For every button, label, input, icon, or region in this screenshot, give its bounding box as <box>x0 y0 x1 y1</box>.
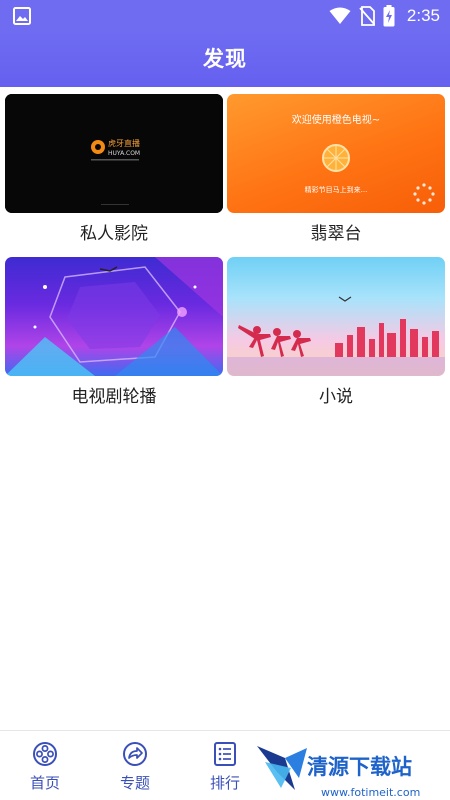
nav-ranking-label: 排行 <box>209 774 240 792</box>
card-thumbnail: 虎牙直播 HUYA.COM <box>5 94 223 213</box>
status-bar: 2:35 <box>0 0 450 32</box>
page-title: 发现 <box>203 47 247 71</box>
no-sim-icon <box>359 6 375 26</box>
watermark-url: www.fotimeit.com <box>321 786 420 799</box>
card-novel[interactable]: 小说 <box>227 257 445 409</box>
wifi-icon <box>329 7 351 24</box>
nav-home-label: 首页 <box>29 774 60 792</box>
battery-charging-icon <box>383 5 395 27</box>
list-icon <box>214 742 236 766</box>
card-label: 私人影院 <box>80 224 148 244</box>
app-bar: 发现 <box>0 32 450 87</box>
card-private-cinema[interactable]: 虎牙直播 HUYA.COM 私人影院 <box>5 94 223 246</box>
nav-topics-label: 专题 <box>119 774 150 792</box>
thumb-welcome-text: 欢迎使用橙色电视~ <box>292 113 380 126</box>
thumb-loading-text: 精彩节目马上到来... <box>305 185 368 194</box>
thumb-logo-subtext: HUYA.COM <box>108 150 140 157</box>
share-arrow-icon <box>123 742 147 766</box>
image-icon <box>13 7 31 25</box>
nav-home[interactable]: 首页 <box>5 741 85 797</box>
card-tv-series[interactable]: 电视剧轮播 <box>5 257 223 409</box>
thumb-logo-text: 虎牙直播 <box>108 138 140 148</box>
status-time: 2:35 <box>406 6 440 25</box>
card-label: 翡翠台 <box>310 224 362 244</box>
card-thumbnail <box>227 257 445 376</box>
watermark-logo: 清源下载站 www.fotimeit.com <box>257 746 420 799</box>
nav-ranking[interactable]: 排行 <box>185 741 265 797</box>
nav-topics[interactable]: 专题 <box>95 741 175 797</box>
card-thumbnail: 欢迎使用橙色电视~ 精彩节目马上到来... <box>227 94 445 213</box>
film-reel-icon <box>33 742 57 766</box>
card-label: 电视剧轮播 <box>71 387 157 407</box>
card-jade-channel[interactable]: 欢迎使用橙色电视~ 精彩节目马上到来... 翡翠台 <box>227 94 445 246</box>
card-label: 小说 <box>319 387 353 407</box>
card-thumbnail <box>5 257 223 376</box>
watermark-text: 清源下载站 <box>307 755 412 779</box>
